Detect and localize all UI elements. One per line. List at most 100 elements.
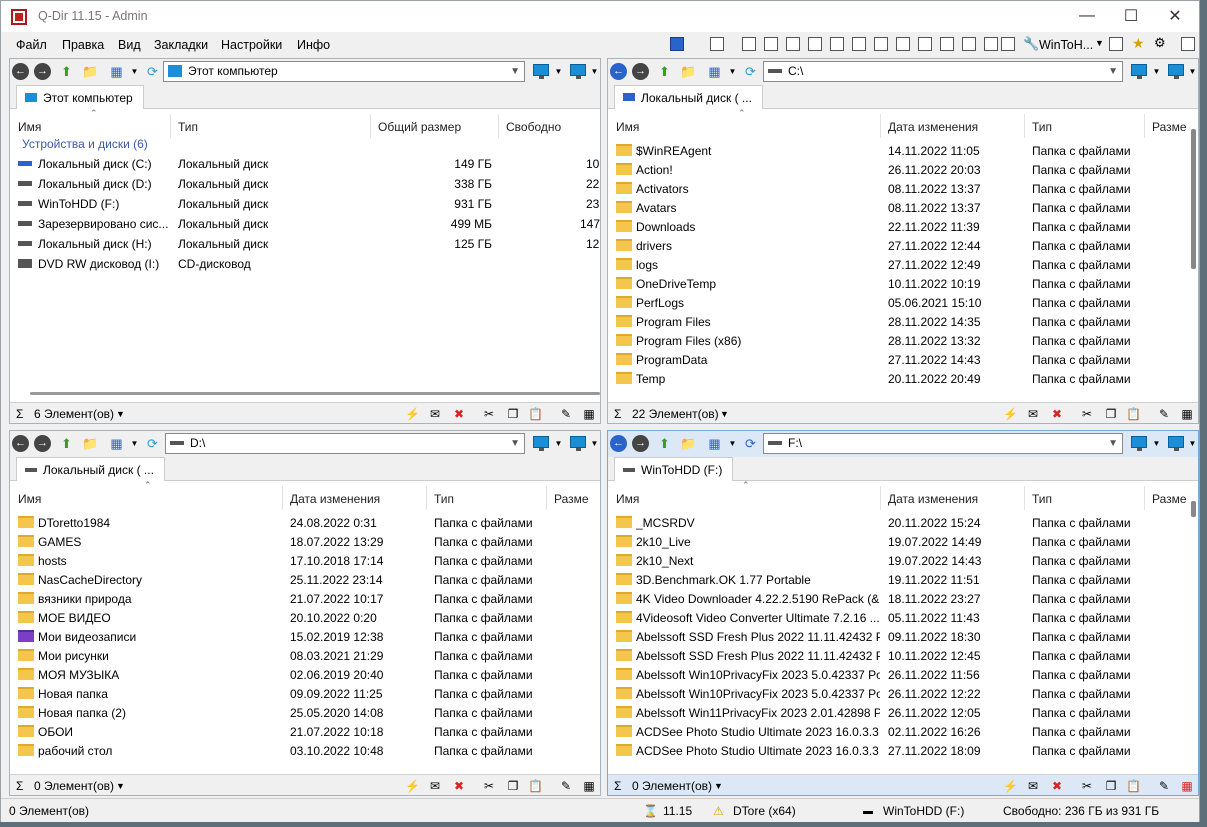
up-icon[interactable]: ⬆ bbox=[656, 63, 673, 80]
column-divider[interactable] bbox=[1144, 486, 1145, 510]
table-row[interactable]: 4Videosoft Video Converter Ultimate 7.2.… bbox=[608, 608, 1198, 627]
table-row[interactable]: Temp 20.11.2022 20:49 Папка с файлами bbox=[608, 369, 1198, 388]
layout-2-icon[interactable] bbox=[742, 37, 756, 51]
column-divider[interactable] bbox=[170, 114, 171, 138]
table-row[interactable]: Abelssoft SSD Fresh Plus 2022 11.11.4243… bbox=[608, 646, 1198, 665]
chevron-down-icon[interactable]: ▼ bbox=[724, 63, 741, 80]
layout-14-icon[interactable] bbox=[1001, 37, 1015, 51]
monitor-icon[interactable] bbox=[1131, 436, 1147, 451]
print-icon[interactable] bbox=[1109, 37, 1123, 51]
table-row[interactable]: ACDSee Photo Studio Ultimate 2023 16.0.3… bbox=[608, 722, 1198, 741]
edit-icon[interactable]: ✎ bbox=[559, 407, 573, 421]
table-row[interactable]: 2k10_Next 19.07.2022 14:43 Папка с файлами bbox=[608, 551, 1198, 570]
col-name[interactable]: Имя bbox=[18, 492, 41, 506]
col-type[interactable]: Тип bbox=[1032, 492, 1052, 506]
cut-icon[interactable]: ✂ bbox=[482, 779, 496, 793]
properties-icon[interactable]: ▦ bbox=[582, 407, 596, 421]
table-row[interactable]: GAMES 18.07.2022 13:29 Папка с файлами bbox=[10, 532, 600, 551]
properties-icon[interactable]: ▦ bbox=[1180, 779, 1194, 793]
col-date[interactable]: Дата изменения bbox=[888, 120, 978, 134]
col-type[interactable]: Тип bbox=[434, 492, 454, 506]
table-row[interactable]: Abelssoft Win10PrivacyFix 2023 5.0.42337… bbox=[608, 684, 1198, 703]
col-date[interactable]: Дата изменения bbox=[888, 492, 978, 506]
chevron-down-icon[interactable]: ▼ bbox=[724, 435, 741, 452]
forward-icon[interactable]: → bbox=[34, 435, 51, 452]
paste-icon[interactable]: 📋 bbox=[528, 779, 543, 793]
chevron-down-icon[interactable]: ▼ bbox=[1108, 434, 1118, 453]
list-item[interactable]: WinToHDD (F:) Локальный диск 931 ГБ 236 bbox=[10, 194, 600, 213]
properties-icon[interactable]: ▦ bbox=[1180, 407, 1194, 421]
new-folder-icon[interactable]: 📁 bbox=[680, 435, 697, 452]
chevron-down-icon[interactable]: ▼ bbox=[1108, 62, 1118, 81]
table-row[interactable]: PerfLogs 05.06.2021 15:10 Папка с файлами bbox=[608, 293, 1198, 312]
layout-7-icon[interactable] bbox=[852, 37, 866, 51]
tab-this-pc[interactable]: Этот компьютер bbox=[16, 85, 144, 109]
col-size[interactable]: Разме bbox=[1152, 492, 1187, 506]
chevron-down-icon[interactable]: ▼ bbox=[586, 63, 600, 80]
horizontal-scrollbar[interactable] bbox=[30, 392, 600, 395]
table-row[interactable]: hosts 17.10.2018 17:14 Папка с файлами bbox=[10, 551, 600, 570]
table-row[interactable]: drivers 27.11.2022 12:44 Папка с файлами bbox=[608, 236, 1198, 255]
monitor-icon[interactable] bbox=[570, 64, 586, 79]
layout-3-icon[interactable] bbox=[764, 37, 778, 51]
refresh-icon[interactable]: ⟳ bbox=[742, 435, 759, 452]
delete-icon[interactable]: ✖ bbox=[452, 407, 466, 421]
layout-13-icon[interactable] bbox=[984, 37, 998, 51]
layout-4-icon[interactable] bbox=[786, 37, 800, 51]
flash-icon[interactable]: ⚡ bbox=[405, 407, 420, 421]
table-row[interactable]: Avatars 08.11.2022 13:37 Папка с файлами bbox=[608, 198, 1198, 217]
chevron-down-icon[interactable]: ▼ bbox=[116, 409, 125, 419]
flash-icon[interactable]: ⚡ bbox=[1003, 779, 1018, 793]
list-item[interactable]: Локальный диск (H:) Локальный диск 125 Г… bbox=[10, 234, 600, 253]
layout-10-icon[interactable] bbox=[918, 37, 932, 51]
table-row[interactable]: 4K Video Downloader 4.22.2.5190 RePack (… bbox=[608, 589, 1198, 608]
table-row[interactable]: Abelssoft SSD Fresh Plus 2022 11.11.4243… bbox=[608, 627, 1198, 646]
menu-view[interactable]: Вид bbox=[118, 38, 141, 52]
list-item[interactable]: Локальный диск (D:) Локальный диск 338 Г… bbox=[10, 174, 600, 193]
tab-wintohdd-f[interactable]: WinToHDD (F:) bbox=[614, 457, 734, 481]
table-row[interactable]: 2k10_Live 19.07.2022 14:49 Папка с файлами bbox=[608, 532, 1198, 551]
new-folder-icon[interactable]: 📁 bbox=[82, 435, 99, 452]
col-size[interactable]: Разме bbox=[1152, 120, 1187, 134]
table-row[interactable]: Мои видеозаписи 15.02.2019 12:38 Папка с ф… bbox=[10, 627, 600, 646]
column-divider[interactable] bbox=[1024, 114, 1025, 138]
view-mode-icon[interactable]: ▦ bbox=[706, 63, 723, 80]
table-row[interactable]: Abelssoft Win10PrivacyFix 2023 5.0.42337… bbox=[608, 665, 1198, 684]
forward-icon[interactable]: → bbox=[34, 63, 51, 80]
chevron-down-icon[interactable]: ▼ bbox=[1184, 435, 1198, 452]
address-bar[interactable]: D:\ ▼ bbox=[165, 433, 525, 454]
flash-icon[interactable]: ⚡ bbox=[1003, 407, 1018, 421]
list-item[interactable]: Зарезервировано сис... Локальный диск 49… bbox=[10, 214, 600, 233]
forward-icon[interactable]: → bbox=[632, 63, 649, 80]
computer-icon[interactable] bbox=[670, 37, 684, 51]
col-size[interactable]: Разме bbox=[554, 492, 589, 506]
list-item[interactable]: Локальный диск (C:) Локальный диск 149 Г… bbox=[10, 154, 600, 173]
column-divider[interactable] bbox=[880, 114, 881, 138]
group-header[interactable]: Устройства и диски (6) bbox=[22, 137, 148, 151]
chevron-down-icon[interactable]: ▼ bbox=[1148, 63, 1165, 80]
chevron-down-icon[interactable]: ▼ bbox=[510, 62, 520, 81]
paste-icon[interactable]: 📋 bbox=[1126, 779, 1141, 793]
cut-icon[interactable]: ✂ bbox=[482, 407, 496, 421]
table-row[interactable]: Мои рисунки 08.03.2021 21:29 Папка с файла… bbox=[10, 646, 600, 665]
paste-icon[interactable]: 📋 bbox=[528, 407, 543, 421]
monitor-icon[interactable] bbox=[533, 64, 549, 79]
col-name[interactable]: Имя bbox=[18, 120, 41, 134]
drive-dropdown[interactable]: WinToH... bbox=[1039, 38, 1093, 52]
refresh-icon[interactable]: ⟳ bbox=[144, 435, 161, 452]
column-divider[interactable] bbox=[426, 486, 427, 510]
table-row[interactable]: Новая папка (2) 25.05.2020 14:08 Папка с ф… bbox=[10, 703, 600, 722]
maximize-button[interactable]: ☐ bbox=[1109, 3, 1153, 29]
chevron-down-icon[interactable]: ▼ bbox=[126, 63, 143, 80]
monitor-icon[interactable] bbox=[533, 436, 549, 451]
delete-icon[interactable]: ✖ bbox=[1050, 779, 1064, 793]
item-count[interactable]: 6 Элемент(ов) bbox=[34, 407, 114, 421]
table-row[interactable]: Abelssoft Win11PrivacyFix 2023 2.01.4289… bbox=[608, 703, 1198, 722]
delete-icon[interactable]: ✖ bbox=[452, 779, 466, 793]
table-row[interactable]: ACDSee Photo Studio Ultimate 2023 16.0.3… bbox=[608, 741, 1198, 760]
table-row[interactable]: DToretto1984 24.08.2022 0:31 Папка с файла… bbox=[10, 513, 600, 532]
chevron-down-icon[interactable]: ▼ bbox=[1184, 63, 1198, 80]
chevron-down-icon[interactable]: ▼ bbox=[510, 434, 520, 453]
monitor-icon[interactable] bbox=[1168, 64, 1184, 79]
close-button[interactable]: ✕ bbox=[1153, 3, 1197, 29]
